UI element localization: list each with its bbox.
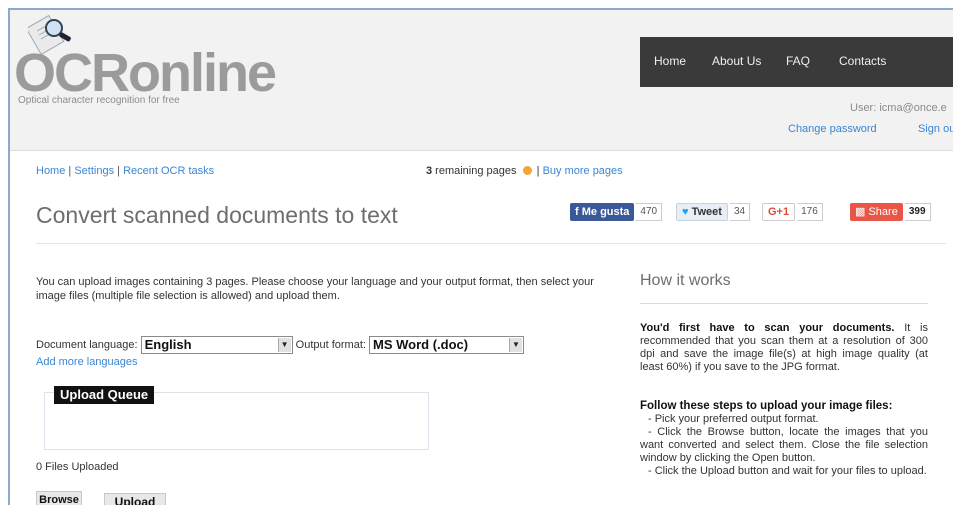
- facebook-like-label: Me gusta: [581, 206, 630, 218]
- share-button[interactable]: ▩ Share: [850, 203, 903, 221]
- tweet-widget: ♥ Tweet 34: [676, 203, 751, 223]
- facebook-like-widget: f Me gusta 470: [570, 203, 663, 223]
- add-more-languages-link[interactable]: Add more languages: [36, 356, 138, 368]
- browser-page: OCRonline Optical character recognition …: [8, 8, 953, 505]
- chevron-down-icon[interactable]: ▼: [277, 338, 291, 352]
- gplus-count: 176: [797, 203, 823, 221]
- facebook-icon: f: [575, 206, 579, 218]
- files-uploaded-status: 0 Files Uploaded: [36, 461, 119, 473]
- how-it-works-title: How it works: [640, 272, 731, 289]
- breadcrumb-recent-tasks[interactable]: Recent OCR tasks: [123, 165, 214, 177]
- coin-icon: [522, 166, 532, 175]
- breadcrumb: Home | Settings | Recent OCR tasks: [36, 165, 214, 177]
- tweet-button[interactable]: ♥ Tweet: [676, 203, 728, 221]
- step-item: - Pick your preferred output format.: [648, 413, 819, 425]
- remaining-label: remaining pages: [432, 165, 517, 177]
- gplus-widget: G+1 176: [762, 203, 823, 223]
- output-format-select[interactable]: MS Word (.doc) ▼: [369, 336, 525, 354]
- facebook-like-count: 470: [636, 203, 663, 221]
- nav-contacts[interactable]: Contacts: [839, 54, 886, 68]
- tweet-label: Tweet: [691, 206, 722, 218]
- change-password-link[interactable]: Change password: [788, 123, 877, 135]
- remaining-separator: |: [536, 165, 540, 177]
- nav-home[interactable]: Home: [654, 54, 686, 68]
- intro-text: You can upload images containing 3 pages…: [36, 276, 594, 302]
- page-title: Convert scanned documents to text: [36, 202, 398, 228]
- upload-steps: Follow these steps to upload your image …: [640, 400, 928, 478]
- step-item: - Click the Browse button, locate the im…: [640, 426, 928, 464]
- top-navigation: Home About Us FAQ Contacts: [640, 37, 953, 87]
- upload-button[interactable]: Upload: [104, 493, 166, 505]
- share-label: Share: [868, 206, 898, 218]
- site-header: OCRonline Optical character recognition …: [10, 10, 953, 151]
- breadcrumb-separator: |: [117, 165, 120, 177]
- facebook-like-button[interactable]: f Me gusta: [570, 203, 635, 221]
- site-logo[interactable]: OCRonline: [14, 46, 277, 100]
- buy-more-pages-link[interactable]: Buy more pages: [543, 165, 623, 177]
- remaining-pages: 3 remaining pages | Buy more pages: [426, 165, 623, 177]
- breadcrumb-settings[interactable]: Settings: [74, 165, 114, 177]
- scan-instructions: You'd first have to scan your documents.…: [640, 322, 928, 374]
- divider: [36, 243, 946, 244]
- site-tagline: Optical character recognition for free: [18, 95, 180, 106]
- scan-instructions-heading: You'd first have to scan your documents.: [640, 322, 895, 334]
- tweet-count: 34: [729, 203, 751, 221]
- output-format-value: MS Word (.doc): [373, 337, 469, 352]
- options-row: Document language: English ▼ Output forma…: [36, 336, 525, 354]
- nav-faq[interactable]: FAQ: [786, 54, 810, 68]
- twitter-bird-icon: ♥: [682, 206, 689, 218]
- breadcrumb-home[interactable]: Home: [36, 165, 65, 177]
- nav-about-us[interactable]: About Us: [712, 54, 761, 68]
- sign-out-link[interactable]: Sign ou: [918, 123, 953, 135]
- share-widget: ▩ Share 399: [850, 203, 931, 223]
- share-icon: ▩: [855, 206, 866, 218]
- chevron-down-icon[interactable]: ▼: [509, 338, 523, 352]
- language-value: English: [144, 337, 192, 352]
- browse-button[interactable]: Browse: [36, 491, 82, 505]
- share-count: 399: [904, 203, 931, 221]
- how-divider: [640, 303, 928, 304]
- language-label: Document language:: [36, 338, 138, 351]
- step-item: - Click the Upload button and wait for y…: [648, 465, 927, 477]
- upload-steps-heading: Follow these steps to upload your image …: [640, 400, 893, 412]
- output-format-label: Output format:: [295, 338, 366, 351]
- upload-queue-title: Upload Queue: [54, 386, 155, 404]
- gplus-button[interactable]: G+1: [762, 203, 796, 221]
- language-select[interactable]: English ▼: [140, 336, 293, 354]
- breadcrumb-separator: |: [68, 165, 72, 177]
- user-email: User: icma@once.e: [850, 102, 947, 114]
